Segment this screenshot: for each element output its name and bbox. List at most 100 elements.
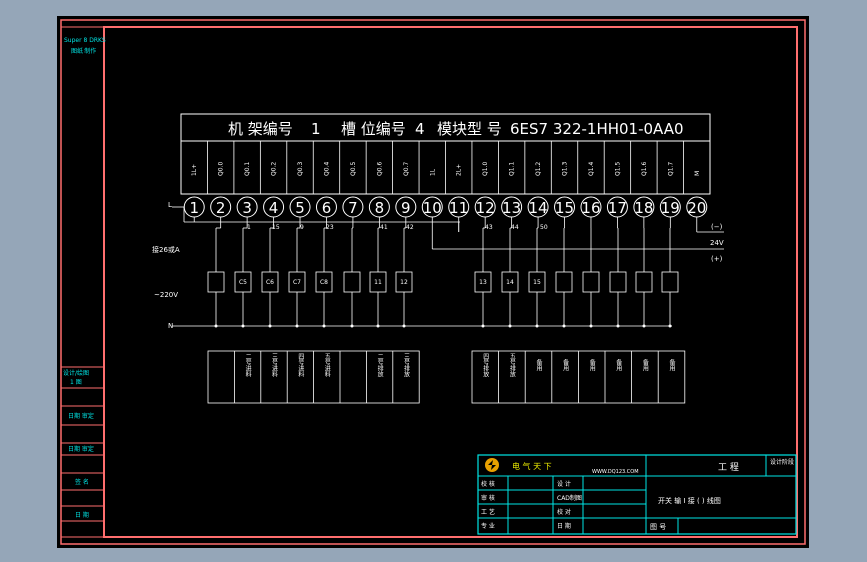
wire-number: 9 xyxy=(300,224,304,231)
terminal-number: 20 xyxy=(687,199,706,217)
module-label: 模块型 号 xyxy=(437,120,502,138)
project-label: 工 程 xyxy=(718,462,739,473)
rack-number: 1 xyxy=(311,120,321,138)
relay-label: 11 xyxy=(374,279,382,286)
table-cell-text: 备用 xyxy=(588,358,595,372)
wire-number: 1 xyxy=(247,224,251,231)
company-name: 电 气 天 下 xyxy=(512,461,552,471)
side-row4: 签 名 xyxy=(75,478,89,486)
design-stage-label: 设计阶段 xyxy=(770,458,794,466)
tb-row-label: 日 期 xyxy=(557,522,571,530)
side-row3: 日期 审定 xyxy=(68,445,94,453)
tb-row-label: 审 核 xyxy=(481,494,495,502)
slot-number: 4 xyxy=(415,120,425,138)
channel-label: Q1.4 xyxy=(588,162,595,176)
channel-label: Q1.3 xyxy=(562,162,569,176)
terminal-number: 4 xyxy=(269,199,279,217)
terminal-number: 1 xyxy=(189,199,199,217)
channel-label: Q0.0 xyxy=(218,162,225,176)
terminal-number: 17 xyxy=(608,199,627,217)
channel-label: Q0.7 xyxy=(403,162,410,176)
relay-label: C6 xyxy=(266,279,274,286)
relay-coil xyxy=(207,271,225,293)
relay-label: 14 xyxy=(506,279,514,286)
terminal-number: 6 xyxy=(322,199,332,217)
terminal-number: 3 xyxy=(242,199,252,217)
company-website: WWW.DQ123.COM xyxy=(592,469,639,475)
terminal-number: 16 xyxy=(581,199,600,217)
wire-number: 15 xyxy=(272,224,280,231)
relay-label: 15 xyxy=(533,279,541,286)
terminal-number: 19 xyxy=(661,199,680,217)
wire-number: 50 xyxy=(540,224,548,231)
label-plus: (+) xyxy=(711,255,723,263)
channel-label: Q1.2 xyxy=(535,162,542,176)
table-cell-text: 备用 xyxy=(668,358,675,372)
table-cell-text: 二号排放 xyxy=(376,353,383,378)
channel-label: Q0.5 xyxy=(350,162,357,176)
wire-number: 41 xyxy=(380,224,388,231)
tb-row-label: 校 核 xyxy=(481,480,495,488)
table-cell-text: 三号排放 xyxy=(403,353,410,378)
tb-row-label: 工 艺 xyxy=(481,508,495,516)
channel-label: 1L xyxy=(429,168,436,176)
channel-label: Q0.1 xyxy=(244,162,251,176)
terminal-number: 14 xyxy=(529,199,548,217)
drawing-title: 开关 输 I 接 ( ) 线图 xyxy=(658,496,721,505)
slot-label: 槽 位编号 xyxy=(341,120,406,138)
relay-coil xyxy=(582,271,600,293)
relay-coil xyxy=(555,271,573,293)
side-row5: 日 期 xyxy=(75,511,89,519)
module-number: 6ES7 322-1HH01-0AA0 xyxy=(510,120,684,138)
tb-row-label: 专 业 xyxy=(481,522,495,530)
table-cell-text: 五号进料 xyxy=(323,353,330,378)
relay-coil xyxy=(343,271,361,293)
terminal-number: 2 xyxy=(216,199,226,217)
label-note: 接26或A xyxy=(152,245,180,254)
label-N: N xyxy=(168,322,173,330)
channel-label: Q0.4 xyxy=(323,162,330,176)
side-row1a: 设计/绘图 xyxy=(63,369,89,377)
channel-label: Q1.6 xyxy=(641,162,648,176)
side-brand: Super 8 DRKS xyxy=(64,37,106,44)
relay-label: C5 xyxy=(239,279,247,286)
channel-label: Q0.2 xyxy=(271,162,278,176)
relay-label: C8 xyxy=(320,279,328,286)
relay-label: 12 xyxy=(400,279,408,286)
wire-number: 23 xyxy=(326,224,334,231)
label-voltage: ~220V xyxy=(154,291,178,299)
side-brand-sub: 图纸 制作 xyxy=(71,47,96,55)
table-cell-text: 备用 xyxy=(535,358,542,372)
terminal-number: 9 xyxy=(401,199,411,217)
terminal-number: 8 xyxy=(375,199,385,217)
channel-label: Q1.0 xyxy=(482,162,489,176)
drawing-number-label: 图 号 xyxy=(650,523,666,531)
table-cell-text: 五号排放 xyxy=(508,353,515,378)
table-cell-text: 四号排放 xyxy=(482,353,489,378)
channel-label: Q0.6 xyxy=(376,162,383,176)
relay-coil xyxy=(609,271,627,293)
table-cell-text: 备用 xyxy=(615,358,622,372)
channel-label: Q1.5 xyxy=(614,162,621,176)
wire-number: 43 xyxy=(485,224,493,231)
table-cell-text: 四号进料 xyxy=(297,353,304,378)
relay-coil xyxy=(635,271,653,293)
terminal-number: 15 xyxy=(555,199,574,217)
relay-coil xyxy=(661,271,679,293)
terminal-number: 12 xyxy=(476,199,495,217)
channel-label: 1L+ xyxy=(191,164,198,176)
label-24v: 24V xyxy=(710,239,724,247)
terminal-number: 7 xyxy=(348,199,358,217)
label-minus: (−) xyxy=(711,223,723,231)
terminal-number: 5 xyxy=(295,199,305,217)
terminal-number: 13 xyxy=(502,199,521,217)
channel-label: Q1.7 xyxy=(667,162,674,176)
company-logo-icon xyxy=(485,458,499,472)
channel-label: Q0.3 xyxy=(297,162,304,176)
sheet-background xyxy=(57,16,809,548)
wire-number: 42 xyxy=(406,224,414,231)
channel-label: 2L+ xyxy=(456,164,463,176)
label-L: L xyxy=(168,201,172,209)
table-cell-text: 二号进料 xyxy=(244,353,251,378)
drawing-canvas: Super 8 DRKS 图纸 制作 设计/绘图 1 图 日期 审定 日期 审定… xyxy=(57,16,809,548)
